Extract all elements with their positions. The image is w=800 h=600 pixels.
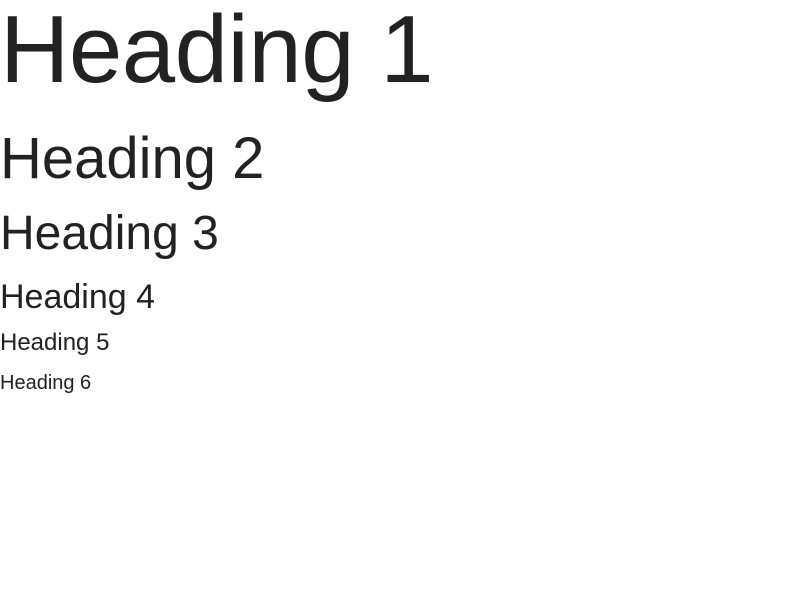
heading-5: Heading 5 xyxy=(0,329,110,356)
heading-2: Heading 2 xyxy=(0,126,265,191)
heading-4: Heading 4 xyxy=(0,278,156,316)
heading-6: Heading 6 xyxy=(0,372,92,394)
heading-3: Heading 3 xyxy=(0,207,219,260)
heading-1: Heading 1 xyxy=(0,0,434,103)
